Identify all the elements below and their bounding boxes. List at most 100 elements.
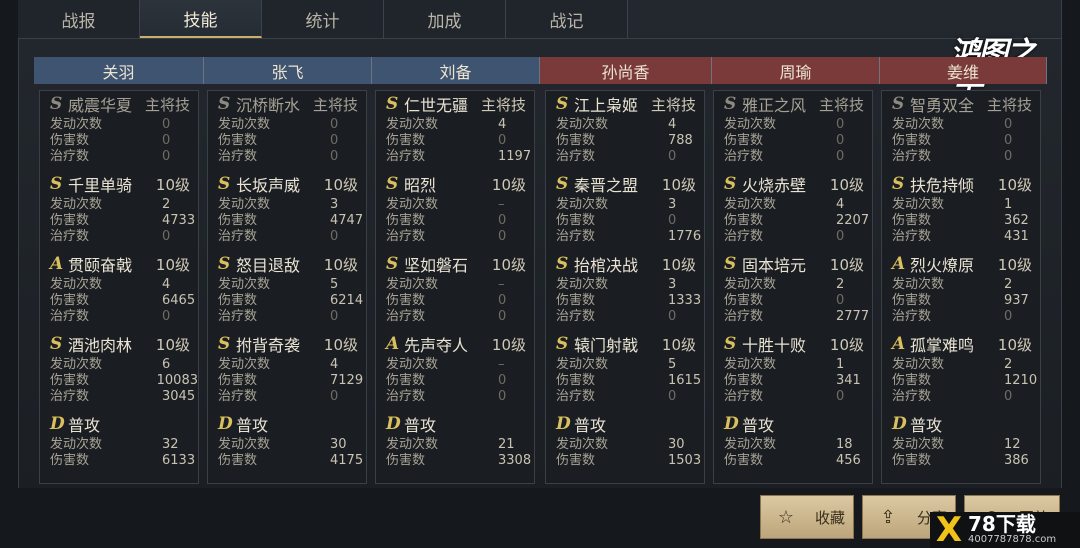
stat-label: 治疗数: [218, 309, 258, 324]
skill-level-tag: 10级: [323, 175, 358, 194]
skill-block: S 十胜十败 10级 发动次数 1 伤害数 341 治疗数 0: [714, 331, 872, 411]
stat-label: 发动次数: [50, 357, 103, 372]
stat-value: 0: [330, 133, 339, 148]
skill-header: S 十胜十败 10级: [724, 331, 872, 357]
stat-label: 发动次数: [724, 277, 777, 292]
skill-block: A 孤掌难鸣 10级 发动次数 2 伤害数 1210 治疗数 0: [882, 331, 1040, 411]
stat-value: 1503: [668, 453, 702, 468]
skill-level-tag: 主将技: [986, 95, 1032, 114]
stat-value: 0: [498, 309, 507, 324]
skill-stat-row: 治疗数 0: [50, 309, 198, 325]
stat-value: 1333: [668, 293, 702, 308]
skill-stat-row: 治疗数 0: [50, 149, 198, 165]
stat-label: 治疗数: [892, 229, 932, 244]
stat-value: 0: [1004, 389, 1013, 404]
skill-stat-row: 发动次数 0: [50, 117, 198, 133]
stat-value: 30: [330, 437, 347, 452]
stat-label: 治疗数: [556, 389, 596, 404]
skill-stat-row: 发动次数 5: [556, 357, 704, 373]
stat-value: 0: [330, 229, 339, 244]
skill-grade: D: [386, 414, 401, 434]
skill-header: D 普攻: [724, 411, 872, 437]
tab-skills[interactable]: 技能: [140, 0, 262, 38]
skill-block: D 普攻 发动次数 18 伤害数 456: [714, 411, 872, 491]
skill-stat-row: 发动次数 0: [218, 117, 366, 133]
skill-stat-row: 发动次数 12: [892, 437, 1040, 453]
collect-button[interactable]: ☆ 收藏: [760, 495, 854, 539]
stat-value: 0: [668, 389, 677, 404]
stat-label: 伤害数: [556, 133, 596, 148]
stat-label: 发动次数: [892, 117, 945, 132]
skill-grade: A: [892, 254, 906, 274]
skill-block: S 沉桥断水 主将技 发动次数 0 伤害数 0 治疗数 0: [208, 91, 366, 171]
stat-value: 18: [836, 437, 853, 452]
skill-stat-row: 发动次数 –: [386, 197, 534, 213]
skill-block: A 先声夺人 10级 发动次数 – 伤害数 0 治疗数 0: [376, 331, 534, 411]
hero-header-row: 关羽 张飞 刘备 孙尚香 周瑜 姜维: [34, 57, 1047, 84]
skill-level-tag: 10级: [829, 175, 864, 194]
tab-divider: [18, 38, 1062, 39]
stat-label: 伤害数: [218, 453, 258, 468]
skill-grade: S: [386, 254, 399, 274]
skill-stat-row: 伤害数 0: [556, 213, 704, 229]
skill-grade: S: [892, 174, 905, 194]
skill-header: S 仁世无疆 主将技: [386, 91, 534, 117]
skill-name: 秦晋之盟: [574, 176, 639, 195]
skill-grade: D: [50, 414, 65, 434]
star-icon: ☆: [777, 506, 795, 528]
skill-stat-row: 发动次数 4: [218, 357, 366, 373]
skill-grade: S: [556, 94, 569, 114]
skill-stat-row: 治疗数 1197: [386, 149, 534, 165]
stat-label: 伤害数: [50, 453, 90, 468]
skill-block: D 普攻 发动次数 32 伤害数 6133: [40, 411, 198, 491]
stat-value: 2: [1004, 277, 1013, 292]
skill-stat-row: 伤害数 4733: [50, 213, 198, 229]
tab-statistics[interactable]: 统计: [262, 0, 384, 38]
tab-battle-record[interactable]: 战记: [506, 0, 628, 38]
watermark-title: 78下载: [968, 512, 1036, 536]
skill-stat-row: 伤害数 0: [724, 133, 872, 149]
skill-stat-row: 治疗数 0: [724, 149, 872, 165]
stat-label: 伤害数: [50, 373, 90, 388]
skill-grade: A: [50, 254, 64, 274]
stat-label: 治疗数: [892, 149, 932, 164]
skill-level-tag: 10级: [323, 255, 358, 274]
skill-grade: S: [218, 174, 231, 194]
stat-value: 4747: [330, 213, 364, 228]
skill-block: S 千里单骑 10级 发动次数 2 伤害数 4733 治疗数 0: [40, 171, 198, 251]
stat-value: 4175: [330, 453, 364, 468]
tab-battle-report[interactable]: 战报: [18, 0, 140, 38]
stat-label: 发动次数: [386, 357, 439, 372]
skill-stat-row: 伤害数 0: [892, 133, 1040, 149]
stat-label: 伤害数: [218, 293, 258, 308]
skill-name: 酒池肉林: [68, 336, 133, 355]
watermark-url: 4007787878.com: [968, 534, 1057, 545]
skill-stat-row: 发动次数 3: [556, 277, 704, 293]
stat-label: 伤害数: [724, 373, 764, 388]
skill-stat-row: 伤害数 10083: [50, 373, 198, 389]
skill-block: A 烈火燎原 10级 发动次数 2 伤害数 937 治疗数 0: [882, 251, 1040, 331]
skill-stat-row: 伤害数 341: [724, 373, 872, 389]
skill-grade: S: [218, 254, 231, 274]
skill-stat-row: 发动次数 4: [724, 197, 872, 213]
skill-stat-row: 发动次数 32: [50, 437, 198, 453]
skill-stat-row: 发动次数 21: [386, 437, 534, 453]
skill-header: D 普攻: [218, 411, 366, 437]
stat-label: 治疗数: [724, 149, 764, 164]
stat-value: 1210: [1004, 373, 1038, 388]
hero-name-header: 孙尚香: [540, 57, 712, 84]
stat-label: 发动次数: [218, 357, 271, 372]
skill-stat-row: 发动次数 30: [218, 437, 366, 453]
skill-name: 普攻: [68, 416, 101, 435]
skill-header: S 千里单骑 10级: [50, 171, 198, 197]
stat-label: 伤害数: [386, 133, 426, 148]
skill-header: S 拊背奇袭 10级: [218, 331, 366, 357]
hero-name-header: 张飞: [204, 57, 372, 84]
stat-value: 0: [836, 149, 845, 164]
skill-stat-row: 发动次数 2: [892, 357, 1040, 373]
stat-label: 发动次数: [386, 277, 439, 292]
tab-bonus[interactable]: 加成: [384, 0, 506, 38]
stat-label: 发动次数: [556, 117, 609, 132]
skill-block: D 普攻 发动次数 21 伤害数 3308: [376, 411, 534, 491]
stat-value: 1197: [498, 149, 532, 164]
